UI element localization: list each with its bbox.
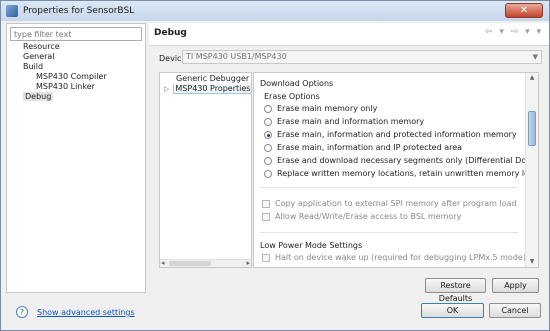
sidebar-item-resource[interactable]: Resource (7, 42, 145, 52)
options-panel: Download Options Erase Options Erase mai… (253, 72, 539, 268)
apply-button[interactable]: Apply (492, 278, 539, 293)
checkbox-halt-on-wake[interactable]: Halt on device wake up (required for deb… (262, 253, 526, 263)
window-title: Properties for SensorBSL (23, 6, 135, 16)
sidebar-tree: Resource General Build MSP430 Compiler M… (7, 42, 145, 102)
close-button[interactable]: ✕ (505, 3, 543, 18)
checkbox[interactable] (262, 200, 270, 208)
radio-button[interactable] (264, 105, 272, 113)
radio-erase-main-info-protected[interactable]: Erase main, information and protected in… (264, 130, 517, 140)
scroll-up-icon[interactable]: ▲ (526, 73, 538, 83)
scrollbar-thumb[interactable] (528, 111, 536, 146)
scrollbar-thumb[interactable] (169, 261, 211, 266)
low-power-title: Low Power Mode Settings (260, 241, 363, 250)
radio-button-selected[interactable] (264, 131, 272, 139)
help-icon[interactable]: ? (16, 306, 28, 318)
options-vertical-scrollbar[interactable]: ▲ ▼ (525, 73, 538, 267)
radio-erase-main-info[interactable]: Erase main and information memory (264, 117, 424, 127)
debug-category-tree: Generic Debugger Optic ▷MSP430 Propertie… (159, 72, 252, 268)
tree-horizontal-scrollbar[interactable]: ◂ ▸ (160, 259, 251, 267)
radio-button[interactable] (264, 157, 272, 165)
expand-arrow-icon[interactable]: ▷ (164, 85, 169, 93)
erase-options-title: Erase Options (264, 92, 320, 101)
scroll-down-icon[interactable]: ▼ (526, 257, 538, 267)
radio-erase-main-info-ip[interactable]: Erase main, information and IP protected… (264, 143, 462, 153)
show-advanced-settings-link[interactable]: Show advanced settings (37, 308, 135, 317)
page-header: Debug ⇦ ▾ ⇨ ▾ ▾ (149, 23, 549, 46)
scroll-left-icon[interactable]: ◂ (161, 260, 165, 267)
settings-pane: Debug ⇦ ▾ ⇨ ▾ ▾ Device TI MSP430 USB1/MS… (149, 23, 549, 303)
download-options-title: Download Options (260, 79, 334, 88)
radio-differential-download[interactable]: Erase and download necessary segments on… (264, 156, 538, 166)
radio-erase-main-only[interactable]: Erase main memory only (264, 104, 377, 114)
sidebar: Resource General Build MSP430 Compiler M… (6, 23, 146, 293)
restore-defaults-button[interactable]: Restore Defaults (425, 278, 486, 303)
sidebar-item-general[interactable]: General (7, 52, 145, 62)
title-bar: Properties for SensorBSL ✕ (1, 1, 549, 21)
ok-button[interactable]: OK (421, 303, 484, 318)
radio-button[interactable] (264, 118, 272, 126)
radio-button[interactable] (264, 170, 272, 178)
app-icon (6, 5, 18, 17)
sidebar-item-build[interactable]: Build (7, 62, 145, 72)
checkbox-allow-bsl[interactable]: Allow Read/Write/Erase access to BSL mem… (262, 212, 461, 222)
checkbox[interactable] (262, 254, 270, 262)
checkbox[interactable] (262, 213, 270, 221)
device-select[interactable]: TI MSP430 USB1/MSP430 ▼ (182, 50, 542, 64)
properties-dialog: Properties for SensorBSL ✕ Resource Gene… (0, 0, 550, 331)
cancel-button[interactable]: Cancel (489, 303, 541, 318)
tree-item-generic-debugger-options[interactable]: Generic Debugger Optic (160, 74, 251, 84)
radio-replace-written[interactable]: Replace written memory locations, retain… (264, 169, 538, 179)
tree-item-msp430-properties[interactable]: ▷ MSP430 Properties (160, 84, 251, 94)
radio-button[interactable] (264, 144, 272, 152)
options-content: Download Options Erase Options Erase mai… (254, 73, 538, 267)
checkbox-copy-spi[interactable]: Copy application to external SPI memory … (262, 199, 517, 209)
divider (260, 232, 518, 233)
sidebar-item-debug[interactable]: Debug (7, 92, 145, 102)
sidebar-item-msp430-compiler[interactable]: MSP430 Compiler (7, 72, 145, 82)
chevron-down-icon: ▼ (532, 53, 538, 61)
sidebar-item-msp430-linker[interactable]: MSP430 Linker (7, 82, 145, 92)
divider (260, 187, 518, 188)
history-nav-icons[interactable]: ⇦ ▾ ⇨ ▾ ▾ (485, 27, 543, 37)
page-title: Debug (154, 28, 187, 38)
filter-input[interactable] (10, 27, 142, 41)
scroll-right-icon[interactable]: ▸ (246, 260, 250, 267)
